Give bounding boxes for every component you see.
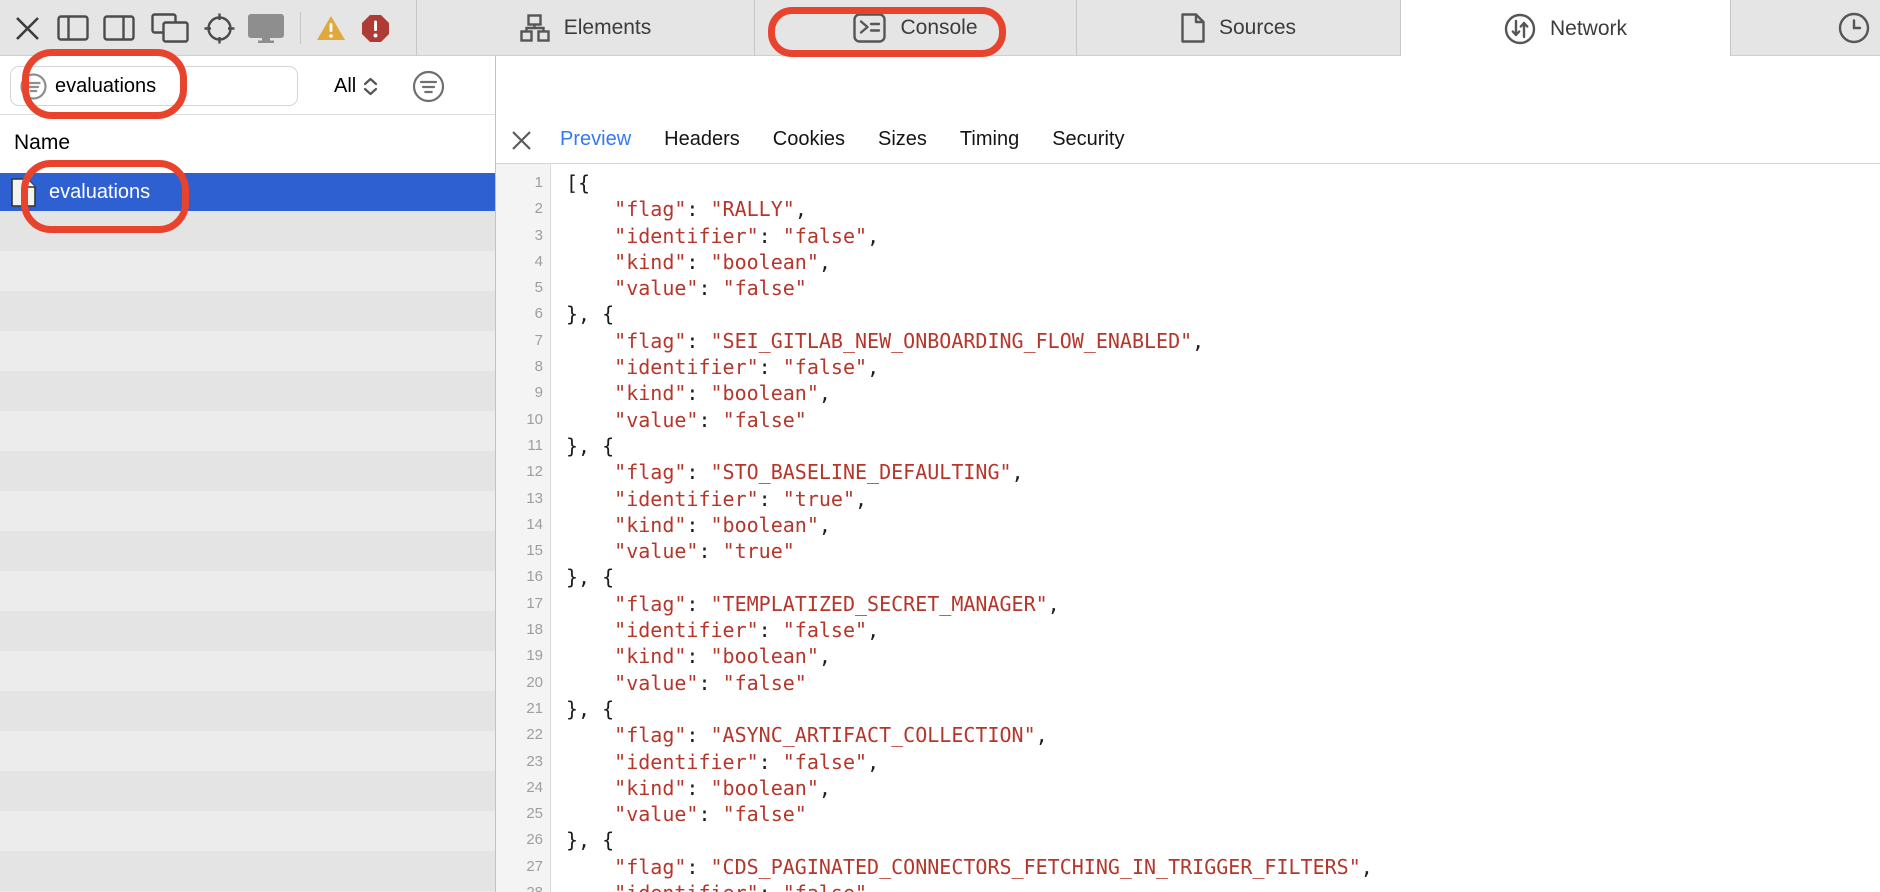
code-line: 8 "identifier": "false", <box>496 354 1880 380</box>
code-line: 4 "kind": "boolean", <box>496 249 1880 275</box>
element-selection-button[interactable] <box>200 0 238 56</box>
code-line: 16}, { <box>496 564 1880 590</box>
detail-tab-cookies[interactable]: Cookies <box>773 128 845 151</box>
tab-network[interactable]: Network <box>1401 0 1730 57</box>
undock-window-button[interactable] <box>148 0 192 56</box>
code-line: 25 "value": "false" <box>496 801 1880 827</box>
code-line: 27 "flag": "CDS_PAGINATED_CONNECTORS_FET… <box>496 854 1880 880</box>
error-octagon-icon <box>361 14 390 43</box>
filter-options-button[interactable] <box>408 66 448 106</box>
code-line: 2 "flag": "RALLY", <box>496 196 1880 222</box>
code-line: 1[{ <box>496 170 1880 196</box>
close-detail-button[interactable] <box>506 125 536 155</box>
code-line: 23 "identifier": "false", <box>496 749 1880 775</box>
code-line: 12 "flag": "STO_BASELINE_DEFAULTING", <box>496 459 1880 485</box>
detail-tab-security[interactable]: Security <box>1052 128 1124 151</box>
warnings-button[interactable] <box>310 0 352 56</box>
filter-scope-popup[interactable]: All <box>334 66 378 106</box>
code-line: 13 "identifier": "true", <box>496 486 1880 512</box>
filter-scope-value: All <box>334 75 356 98</box>
code-line: 15 "value": "true" <box>496 538 1880 564</box>
name-column-label: Name <box>14 131 70 155</box>
code-line: 11}, { <box>496 433 1880 459</box>
code-line: 7 "flag": "SEI_GITLAB_NEW_ONBOARDING_FLO… <box>496 328 1880 354</box>
code-line: 9 "kind": "boolean", <box>496 380 1880 406</box>
code-line: 3 "identifier": "false", <box>496 223 1880 249</box>
code-line: 20 "value": "false" <box>496 670 1880 696</box>
network-filter-bar: All <box>0 56 495 115</box>
tab-console[interactable]: Console <box>755 0 1076 56</box>
tab-label: Console <box>900 16 977 40</box>
tab-label: Sources <box>1219 16 1296 40</box>
request-list-empty-rows <box>0 211 495 892</box>
tab-elements[interactable]: Elements <box>417 0 754 56</box>
code-line: 21}, { <box>496 696 1880 722</box>
code-line: 5 "value": "false" <box>496 275 1880 301</box>
request-name: evaluations <box>49 181 150 204</box>
clock-icon <box>1838 12 1870 44</box>
detail-tab-sizes[interactable]: Sizes <box>878 128 927 151</box>
code-line: 10 "value": "false" <box>496 407 1880 433</box>
warning-triangle-icon <box>316 15 346 42</box>
code-line: 24 "kind": "boolean", <box>496 775 1880 801</box>
network-icon <box>1504 13 1536 45</box>
json-preview-pane[interactable]: 1[{2 "flag": "RALLY",3 "identifier": "fa… <box>496 164 1880 892</box>
device-settings-button[interactable] <box>244 0 288 56</box>
toolbar-divider <box>300 12 301 44</box>
detail-tab-timing[interactable]: Timing <box>960 128 1019 151</box>
code-line: 14 "kind": "boolean", <box>496 512 1880 538</box>
filter-icon <box>20 73 47 100</box>
tab-label: Elements <box>564 16 652 40</box>
code-lines: 1[{2 "flag": "RALLY",3 "identifier": "fa… <box>496 170 1880 892</box>
cascade-windows-icon <box>151 13 189 43</box>
popup-chevrons-icon <box>363 77 378 96</box>
tab-timelines[interactable]: Timelines <box>1731 0 1880 56</box>
code-line: 28 "identifier": "false", <box>496 880 1880 892</box>
filter-options-icon <box>412 70 445 103</box>
elements-icon <box>520 14 550 42</box>
tab-sources[interactable]: Sources <box>1077 0 1400 56</box>
code-line: 18 "identifier": "false", <box>496 617 1880 643</box>
close-icon <box>14 15 41 42</box>
detail-tab-headers[interactable]: Headers <box>664 128 740 151</box>
dock-side-left-button[interactable] <box>54 0 92 56</box>
close-inspector-button[interactable] <box>8 0 46 56</box>
detail-tab-bar: Preview Headers Cookies Sizes Timing Sec… <box>560 115 1124 163</box>
close-detail-icon <box>510 129 533 152</box>
detail-tab-preview[interactable]: Preview <box>560 128 631 151</box>
code-line: 6}, { <box>496 301 1880 327</box>
code-line: 19 "kind": "boolean", <box>496 643 1880 669</box>
console-icon <box>853 13 886 43</box>
tab-label: Network <box>1550 17 1627 41</box>
code-line: 26}, { <box>496 827 1880 853</box>
filter-field[interactable] <box>10 66 298 106</box>
code-line: 17 "flag": "TEMPLATIZED_SECRET_MANAGER", <box>496 591 1880 617</box>
web-inspector-window: Elements Console Sources Network Timelin… <box>0 0 1880 892</box>
filter-input[interactable] <box>55 75 275 98</box>
name-column-header[interactable]: Name <box>0 115 495 173</box>
inspector-toolbar: Elements Console Sources Network Timelin… <box>0 0 1880 56</box>
request-row-evaluations[interactable]: evaluations <box>0 173 495 211</box>
errors-button[interactable] <box>354 0 396 56</box>
document-icon <box>10 177 37 208</box>
crosshair-icon <box>204 13 235 44</box>
code-line: 22 "flag": "ASYNC_ARTIFACT_COLLECTION", <box>496 722 1880 748</box>
dock-side-right-button[interactable] <box>100 0 138 56</box>
dock-right-icon <box>103 15 135 41</box>
display-icon <box>247 13 285 43</box>
sources-document-icon <box>1181 13 1205 43</box>
dock-left-icon <box>57 15 89 41</box>
